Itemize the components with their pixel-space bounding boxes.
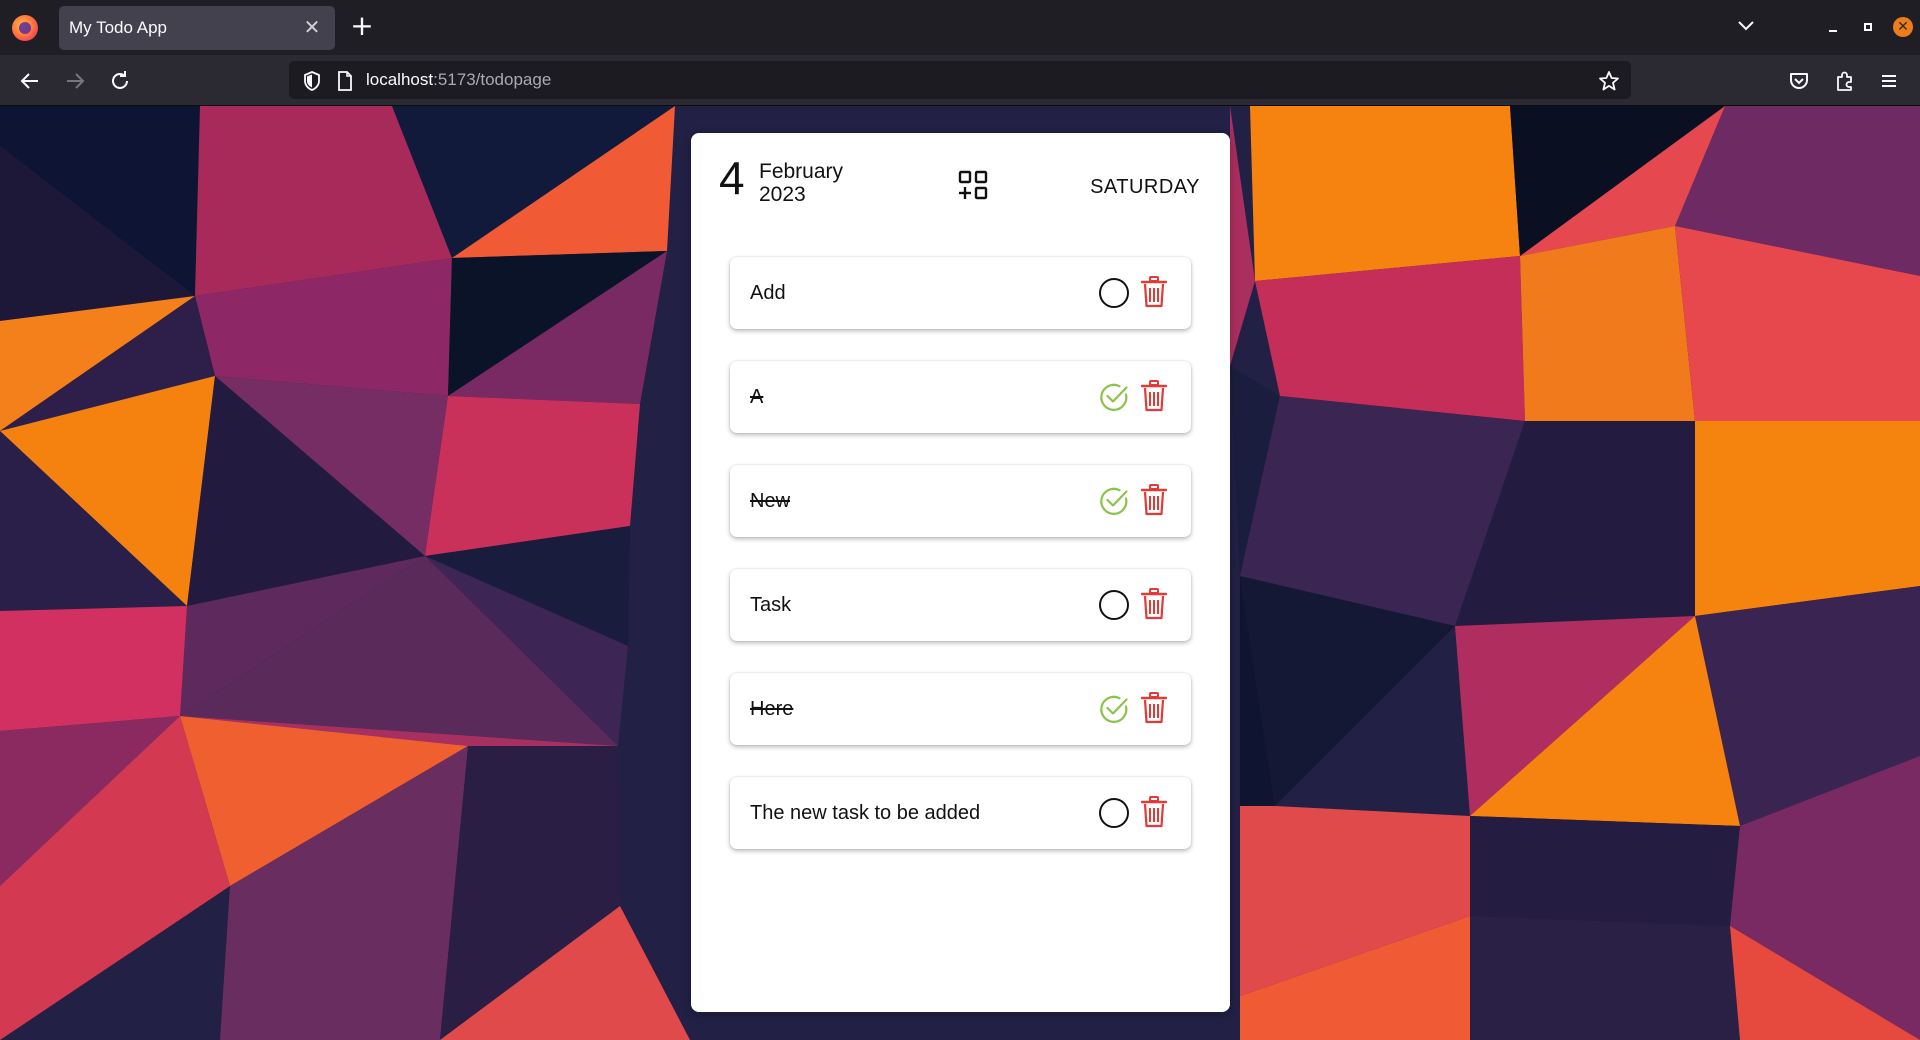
todo-item[interactable]: Here (730, 673, 1191, 745)
pocket-icon[interactable] (1785, 67, 1813, 95)
url-host: localhost (366, 70, 434, 89)
todo-card: 4 February 2023 SATURDAY Add A New Task Here… (691, 133, 1230, 1012)
browser-tab[interactable]: My Todo App ✕ (59, 6, 335, 50)
close-tab-icon[interactable]: ✕ (299, 14, 325, 40)
page-info-icon[interactable] (335, 70, 355, 92)
todo-list: Add A New Task Here The new task to be added (730, 257, 1191, 881)
reload-icon[interactable] (105, 66, 135, 96)
day-number: 4 (719, 152, 745, 204)
shield-icon[interactable] (301, 70, 323, 92)
firefox-logo-icon (12, 15, 38, 41)
completed-check-icon[interactable] (1098, 381, 1130, 413)
tab-title: My Todo App (69, 18, 167, 37)
close-window-icon[interactable]: ✕ (1893, 17, 1913, 37)
trash-icon[interactable] (1140, 483, 1168, 517)
back-arrow-icon[interactable] (15, 66, 45, 96)
trash-icon[interactable] (1140, 795, 1168, 829)
incomplete-circle-icon[interactable] (1098, 589, 1130, 621)
todo-item[interactable]: A (730, 361, 1191, 433)
minimize-window-icon[interactable] (1822, 16, 1844, 38)
navigation-toolbar: localhost:5173/todopage (0, 55, 1920, 106)
bookmark-star-icon[interactable] (1597, 69, 1621, 93)
year-label: 2023 (759, 183, 806, 206)
todo-item[interactable]: Task (730, 569, 1191, 641)
todo-item[interactable]: Add (730, 257, 1191, 329)
forward-arrow-icon[interactable] (60, 66, 90, 96)
new-tab-button[interactable]: + (348, 12, 376, 40)
todo-item[interactable]: The new task to be added (730, 777, 1191, 849)
todo-text: Task (750, 594, 792, 616)
todo-text: A (750, 386, 764, 408)
todo-item[interactable]: New (730, 465, 1191, 537)
maximize-window-icon[interactable] (1857, 16, 1879, 38)
weekday-label: SATURDAY (1090, 176, 1200, 198)
address-bar[interactable]: localhost:5173/todopage (289, 61, 1631, 99)
chevron-down-icon[interactable] (1731, 13, 1761, 39)
todo-text: Here (750, 698, 794, 720)
incomplete-circle-icon[interactable] (1098, 797, 1130, 829)
trash-icon[interactable] (1140, 379, 1168, 413)
page-viewport: 4 February 2023 SATURDAY Add A New Task Here… (0, 106, 1920, 1040)
trash-icon[interactable] (1140, 691, 1168, 725)
tab-bar: My Todo App ✕ + ✕ (0, 0, 1920, 55)
url-path: :5173/todopage (433, 70, 552, 89)
completed-check-icon[interactable] (1098, 485, 1130, 517)
todo-text: The new task to be added (750, 802, 981, 824)
incomplete-circle-icon[interactable] (1098, 277, 1130, 309)
extensions-puzzle-icon[interactable] (1831, 67, 1859, 95)
url-text[interactable]: localhost:5173/todopage (366, 70, 551, 90)
menu-hamburger-icon[interactable] (1875, 67, 1903, 95)
completed-check-icon[interactable] (1098, 693, 1130, 725)
add-task-icon[interactable] (957, 169, 989, 201)
trash-icon[interactable] (1140, 275, 1168, 309)
todo-text: Add (750, 282, 786, 304)
todo-text: New (750, 490, 791, 512)
month-label: February (759, 160, 844, 183)
trash-icon[interactable] (1140, 587, 1168, 621)
